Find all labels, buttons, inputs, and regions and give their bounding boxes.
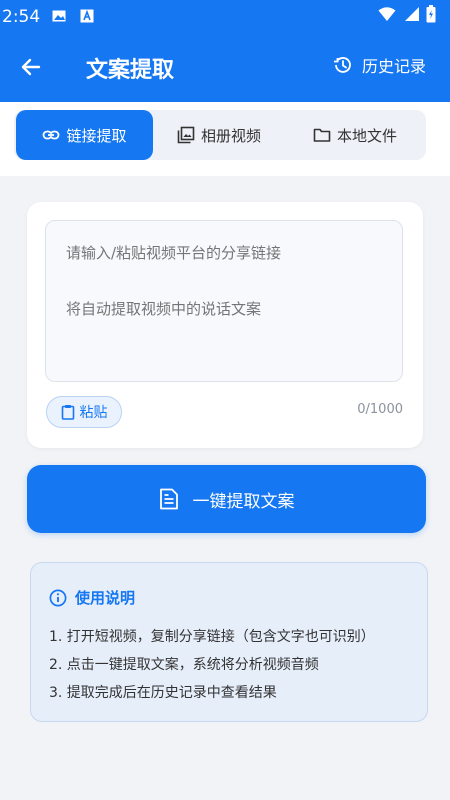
status-bar: 2:54 (0, 0, 450, 34)
instructions-list: 1. 打开短视频，复制分享链接（包含文字也可识别） 2. 点击一键提取文案，系统… (49, 623, 375, 707)
instructions-title: 使用说明 (75, 589, 136, 607)
info-icon (49, 589, 67, 606)
clipboard-icon (61, 405, 74, 420)
instructions-header: 使用说明 (49, 587, 135, 608)
instruction-item: 1. 打开短视频，复制分享链接（包含文字也可识别） (49, 629, 375, 645)
tab-label: 链接提取 (66, 126, 127, 145)
link-icon (43, 130, 60, 140)
battery-icon (426, 5, 436, 23)
arrow-left-icon (21, 58, 41, 76)
instruction-item: 3. 提取完成后在历史记录中查看结果 (49, 685, 277, 701)
tab-local-file[interactable]: 本地文件 (313, 110, 397, 160)
paste-label: 粘贴 (79, 405, 108, 421)
tab-album-video[interactable]: 相册视频 (177, 110, 261, 160)
char-counter: 0/1000 (357, 402, 403, 417)
status-time: 2:54 (2, 7, 41, 27)
image-notification-icon (52, 10, 66, 22)
tab-link-extract[interactable]: 链接提取 (16, 110, 153, 160)
input-card: 粘贴 0/1000 (27, 202, 423, 448)
photo-library-icon (177, 126, 195, 144)
extract-copy-button[interactable]: 一键提取文案 (27, 465, 426, 533)
folder-icon (313, 128, 331, 142)
instructions-panel: 使用说明 1. 打开短视频，复制分享链接（包含文字也可识别） 2. 点击一键提取… (30, 562, 428, 722)
history-label: 历史记录 (361, 57, 426, 76)
status-indicators (378, 5, 436, 23)
app-header: 2:54 文案提取 历史记录 (0, 0, 450, 102)
signal-icon (405, 7, 419, 21)
paste-button[interactable]: 粘贴 (46, 396, 122, 428)
wifi-icon (378, 7, 396, 21)
history-icon (333, 57, 351, 73)
tab-label: 相册视频 (201, 126, 262, 145)
share-link-input[interactable] (45, 220, 403, 382)
tab-label: 本地文件 (337, 126, 398, 145)
page-title: 文案提取 (86, 58, 175, 83)
instruction-item: 2. 点击一键提取文案，系统将分析视频音频 (49, 657, 319, 673)
back-button[interactable] (14, 50, 48, 84)
extract-copy-label: 一键提取文案 (192, 491, 295, 512)
text-notification-icon (80, 9, 94, 23)
source-tabs: 链接提取 相册视频 本地文件 (14, 110, 426, 160)
document-icon (159, 488, 178, 510)
history-button[interactable]: 历史记录 (333, 52, 426, 78)
